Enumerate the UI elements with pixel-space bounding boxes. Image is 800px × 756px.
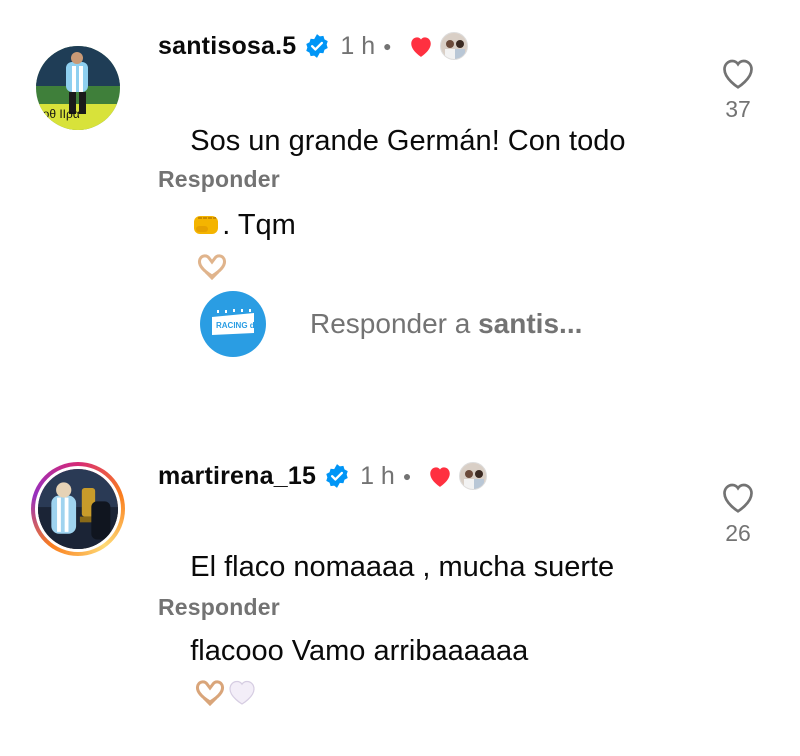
comment-item: martirena_15 1 h ● El flaco nomaaaa , mu…	[0, 440, 800, 706]
avatar	[35, 466, 121, 552]
comment-text-line: . Tqm	[222, 209, 296, 241]
creator-avatar	[459, 462, 488, 490]
current-user-avatar: RACING de ALMA	[200, 291, 266, 357]
verified-badge-icon	[326, 464, 348, 488]
reply-prefix: Responder a	[310, 308, 479, 339]
separator-dot: ●	[402, 468, 412, 484]
creator-liked-heart-icon	[430, 467, 451, 487]
heart-hands-emoji-icon	[196, 680, 225, 706]
heart-hands-emoji-icon	[198, 254, 227, 280]
heart-outline-icon[interactable]	[720, 480, 756, 514]
reply-placeholder[interactable]: Responder a santis...	[310, 308, 582, 340]
avatar[interactable]: ιοθ ΙΙρα	[36, 46, 120, 130]
svg-text:ιοθ ΙΙρα: ιοθ ΙΙρα	[40, 107, 80, 121]
comment-header: martirena_15 1 h ●	[158, 458, 488, 494]
username[interactable]: martirena_15	[158, 462, 316, 491]
reply-button[interactable]: Responder	[158, 166, 280, 193]
reply-button[interactable]: Responder	[158, 594, 280, 621]
svg-text:RACING de ALMA: RACING de ALMA	[216, 321, 258, 330]
fist-emoji-icon	[194, 216, 219, 234]
white-heart-emoji-icon	[229, 680, 255, 705]
creator-liked-heart-icon	[410, 37, 431, 57]
comment-header: santisosa.5 1 h ●	[158, 28, 468, 64]
username[interactable]: santisosa.5	[158, 32, 296, 61]
separator-dot: ●	[383, 38, 392, 54]
comment-item: ιοθ ΙΙρα santisosa.5 1 h ● Sos un grande…	[0, 0, 800, 280]
like-count: 26	[725, 520, 751, 546]
comment-text-line: Sos un grande Germán! Con todo	[190, 125, 626, 157]
timestamp: 1 h	[340, 31, 376, 60]
comment-text: El flaco nomaaaa , mucha suerte flacooo …	[158, 504, 678, 756]
like-column: 26	[712, 480, 764, 547]
heart-outline-icon[interactable]	[720, 56, 756, 90]
like-count: 37	[725, 96, 751, 122]
creator-avatar	[439, 32, 468, 60]
avatar-story-ring[interactable]	[31, 462, 125, 556]
verified-badge-icon	[306, 34, 329, 58]
like-column: 37	[712, 56, 764, 123]
timestamp: 1 h	[360, 461, 395, 490]
comment-text-line: flacooo Vamo arribaaaaaa	[190, 635, 529, 667]
reply-composer[interactable]: RACING de ALMA Responder a santis...	[200, 291, 582, 357]
reply-target: santis...	[478, 308, 583, 339]
comment-text-line: El flaco nomaaaa , mucha suerte	[190, 551, 615, 583]
